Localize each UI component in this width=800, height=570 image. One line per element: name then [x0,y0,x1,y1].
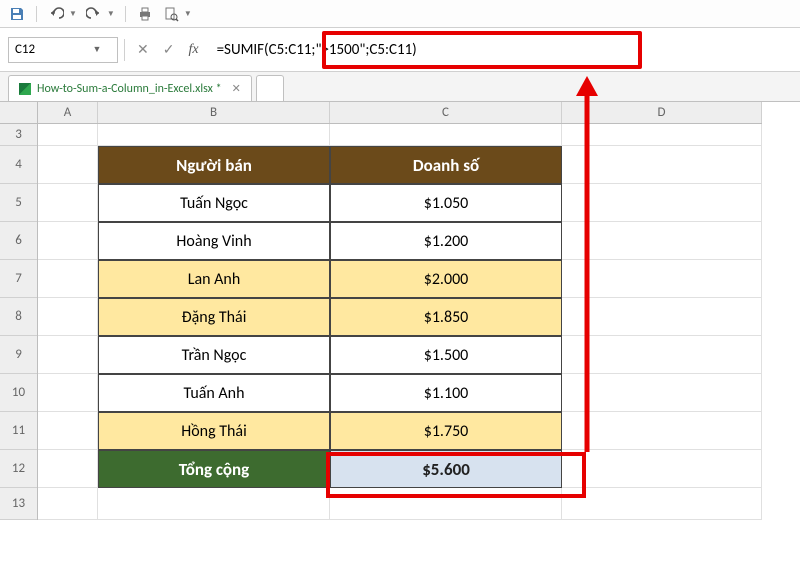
document-tab-blank[interactable] [256,75,284,101]
cell-seller[interactable]: Đặng Thái [98,298,330,336]
name-box-input[interactable] [9,42,89,57]
print-preview-icon[interactable] [162,5,180,23]
cell-sales[interactable]: $2.000 [330,260,562,298]
col-header-A[interactable]: A [38,102,98,123]
cell[interactable] [330,124,562,146]
redo-dropdown-icon[interactable]: ▼ [107,9,115,19]
select-all-corner[interactable] [0,102,38,124]
cancel-formula-icon[interactable]: ✕ [137,41,149,58]
cell-total-value[interactable]: $5.600 [330,450,562,488]
column-headers: A B C D [38,102,762,124]
accept-formula-icon[interactable]: ✓ [163,41,175,58]
row-header[interactable]: 11 [0,412,37,450]
cell[interactable] [562,222,762,260]
cell[interactable] [38,450,98,488]
name-box-dropdown-icon[interactable]: ▼ [89,44,105,55]
cell[interactable] [562,184,762,222]
formula-bar: ▼ ✕ ✓ fx [0,28,800,72]
col-header-D[interactable]: D [562,102,762,123]
spreadsheet-grid: A B C D 3 4 5 6 7 8 9 10 11 12 13 [0,102,800,520]
row-header[interactable]: 10 [0,374,37,412]
table-header-sales[interactable]: Doanh số [330,146,562,184]
cell-seller[interactable]: Tuấn Anh [98,374,330,412]
document-tab[interactable]: How-to-Sum-a-Column_in-Excel.xlsx * ✕ [8,75,252,101]
cell[interactable] [562,412,762,450]
excel-file-icon [19,83,31,95]
document-tab-strip: How-to-Sum-a-Column_in-Excel.xlsx * ✕ [0,72,800,102]
redo-icon[interactable] [85,5,103,23]
name-box[interactable]: ▼ [8,37,118,63]
cell[interactable] [562,374,762,412]
col-header-C[interactable]: C [330,102,562,123]
row-headers: 3 4 5 6 7 8 9 10 11 12 13 [0,124,38,520]
cell-seller[interactable]: Trần Ngọc [98,336,330,374]
cell[interactable] [330,488,562,520]
cell-sales[interactable]: $1.050 [330,184,562,222]
row-header[interactable]: 6 [0,222,37,260]
preview-dropdown-icon[interactable]: ▼ [184,9,192,19]
undo-dropdown-icon[interactable]: ▼ [69,9,77,19]
row-header[interactable]: 12 [0,450,37,488]
cell[interactable] [98,488,330,520]
row-header[interactable]: 9 [0,336,37,374]
cell[interactable] [38,222,98,260]
cell[interactable] [562,336,762,374]
cell-total-label[interactable]: Tổng cộng [98,450,330,488]
cell-seller[interactable]: Tuấn Ngọc [98,184,330,222]
cell[interactable] [562,450,762,488]
row-header[interactable]: 8 [0,298,37,336]
cell[interactable] [98,124,330,146]
cell-sales[interactable]: $1.100 [330,374,562,412]
print-icon[interactable] [136,5,154,23]
row-header[interactable]: 4 [0,146,37,184]
row-header[interactable]: 7 [0,260,37,298]
cell[interactable] [38,298,98,336]
cell[interactable] [38,146,98,184]
cell-seller[interactable]: Hoàng Vinh [98,222,330,260]
cell[interactable] [562,488,762,520]
undo-icon[interactable] [47,5,65,23]
formula-input[interactable] [211,39,792,61]
close-tab-icon[interactable]: ✕ [232,82,241,95]
cell-sales[interactable]: $1.750 [330,412,562,450]
table-header-seller[interactable]: Người bán [98,146,330,184]
row-header[interactable]: 5 [0,184,37,222]
cell[interactable] [38,412,98,450]
cell-sales[interactable]: $1.200 [330,222,562,260]
fx-icon[interactable]: fx [188,42,198,58]
cell-sales[interactable]: $1.500 [330,336,562,374]
cell[interactable] [562,298,762,336]
quick-access-toolbar: ▼ ▼ ▼ [0,0,800,28]
cell-seller[interactable]: Lan Anh [98,260,330,298]
document-tab-label: How-to-Sum-a-Column_in-Excel.xlsx * [37,82,222,96]
cell[interactable] [562,260,762,298]
cell[interactable] [38,336,98,374]
cell[interactable] [38,124,98,146]
cell[interactable] [562,124,762,146]
cell[interactable] [38,184,98,222]
row-header[interactable]: 13 [0,488,37,520]
row-header[interactable]: 3 [0,124,37,146]
cell[interactable] [38,488,98,520]
cell[interactable] [38,374,98,412]
save-icon[interactable] [8,5,26,23]
col-header-B[interactable]: B [98,102,330,123]
cell-sales[interactable]: $1.850 [330,298,562,336]
cell[interactable] [38,260,98,298]
cell[interactable] [562,146,762,184]
cell-seller[interactable]: Hồng Thái [98,412,330,450]
